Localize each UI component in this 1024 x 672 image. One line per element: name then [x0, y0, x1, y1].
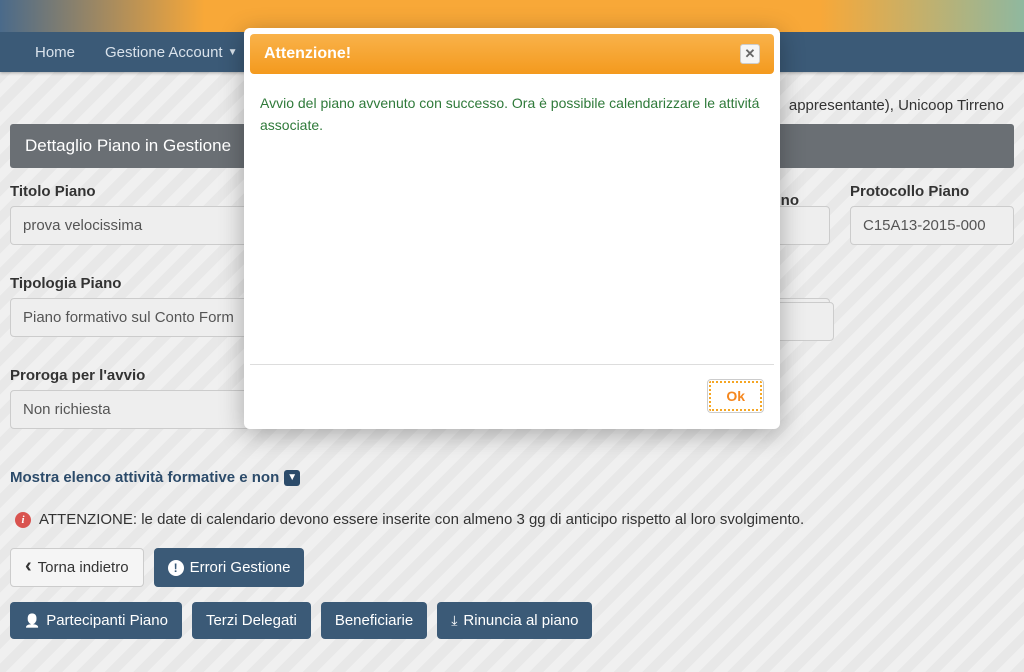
- modal-title: Attenzione!: [264, 45, 351, 63]
- modal-overlay: Attenzione! ✕ Avvio del piano avvenuto c…: [0, 0, 1024, 672]
- modal-header: Attenzione! ✕: [250, 34, 774, 74]
- modal-message: Avvio del piano avvenuto con successo. O…: [260, 95, 759, 133]
- close-icon[interactable]: ✕: [740, 44, 760, 64]
- attention-modal: Attenzione! ✕ Avvio del piano avvenuto c…: [244, 28, 780, 429]
- ok-button[interactable]: Ok: [707, 379, 764, 413]
- modal-footer: Ok: [250, 364, 774, 423]
- modal-body: Avvio del piano avvenuto con successo. O…: [250, 74, 774, 364]
